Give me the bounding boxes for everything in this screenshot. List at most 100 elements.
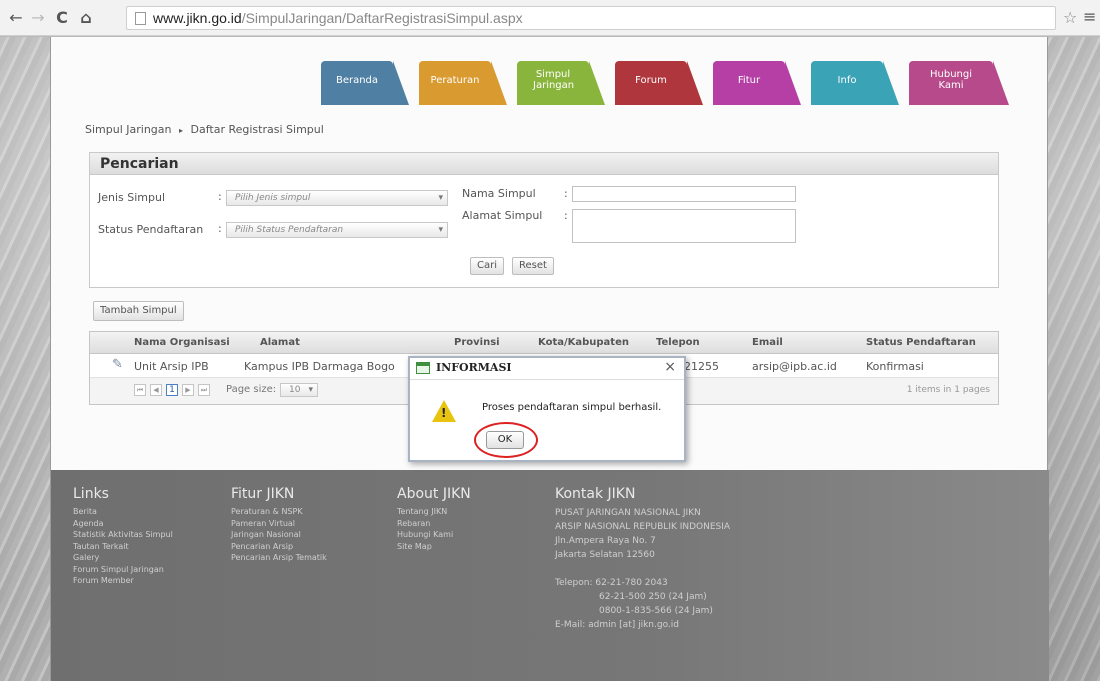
grid-header: Nama Organisasi Alamat Provinsi Kota/Kab… bbox=[90, 332, 998, 354]
tab-beranda[interactable]: Beranda bbox=[321, 61, 409, 105]
footer-link[interactable]: Pameran Virtual bbox=[231, 518, 327, 530]
pager-current-page[interactable]: 1 bbox=[166, 384, 178, 396]
status-pendaftaran-select[interactable]: Pilih Status Pendaftaran ▾ bbox=[226, 222, 448, 238]
footer-link[interactable]: Hubungi Kami bbox=[397, 529, 471, 541]
footer-link[interactable]: Pencarian Arsip bbox=[231, 541, 327, 553]
back-icon[interactable]: ← bbox=[6, 8, 26, 28]
url-host: www.jikn.go.id bbox=[153, 10, 242, 26]
browser-menu-icon[interactable]: ≡ bbox=[1083, 7, 1096, 26]
nama-simpul-input[interactable] bbox=[572, 186, 796, 202]
column-header[interactable]: Status Pendaftaran bbox=[866, 337, 976, 348]
status-pendaftaran-label: Status Pendaftaran bbox=[98, 223, 204, 236]
footer-fitur-title: Fitur JIKN bbox=[231, 486, 295, 502]
tab-label: Hubungi Kami bbox=[929, 69, 972, 91]
footer-link[interactable]: Peraturan & NSPK bbox=[231, 506, 327, 518]
tab-label: Forum bbox=[635, 75, 667, 86]
browser-toolbar: ← → C ⌂ www.jikn.go.id/SimpulJaringan/Da… bbox=[0, 0, 1100, 36]
bookmark-star-icon[interactable]: ☆ bbox=[1063, 8, 1077, 27]
status-pendaftaran-value: Pilih Status Pendaftaran bbox=[235, 225, 344, 235]
pager-prev-icon[interactable]: ◀ bbox=[150, 384, 162, 396]
footer-link[interactable]: Forum Member bbox=[73, 575, 173, 587]
cell-email: arsip@ipb.ac.id bbox=[752, 360, 837, 373]
colon: : bbox=[564, 187, 568, 200]
column-header[interactable]: Provinsi bbox=[454, 337, 500, 348]
chevron-down-icon: ▾ bbox=[438, 225, 443, 235]
cari-button[interactable]: Cari bbox=[470, 257, 504, 275]
kontak-line: Jln.Ampera Raya No. 7 bbox=[555, 536, 656, 546]
footer-link[interactable]: Berita bbox=[73, 506, 173, 518]
tab-label: Peraturan bbox=[430, 75, 480, 86]
reset-button[interactable]: Reset bbox=[512, 257, 554, 275]
tab-fitur[interactable]: Fitur bbox=[713, 61, 801, 105]
footer-link[interactable]: Tentang JIKN bbox=[397, 506, 471, 518]
footer-link[interactable]: Statistik Aktivitas Simpul bbox=[73, 529, 173, 541]
reload-icon[interactable]: C bbox=[52, 8, 72, 28]
jenis-simpul-select[interactable]: Pilih Jenis simpul ▾ bbox=[226, 190, 448, 206]
address-bar[interactable]: www.jikn.go.id/SimpulJaringan/DaftarRegi… bbox=[126, 6, 1056, 30]
tab-info[interactable]: Info bbox=[811, 61, 899, 105]
footer-link[interactable]: Agenda bbox=[73, 518, 173, 530]
footer-link[interactable]: Forum Simpul Jaringan bbox=[73, 564, 173, 576]
breadcrumb: Simpul Jaringan ▸ Daftar Registrasi Simp… bbox=[85, 123, 324, 136]
footer-kontak-title: Kontak JIKN bbox=[555, 486, 636, 502]
footer-link[interactable]: Rebaran bbox=[397, 518, 471, 530]
tab-hubungi-kami[interactable]: Hubungi Kami bbox=[909, 61, 1009, 105]
pager-next-icon[interactable]: ▶ bbox=[182, 384, 194, 396]
column-header[interactable]: Kota/Kabupaten bbox=[538, 337, 629, 348]
colon: : bbox=[564, 209, 568, 222]
column-header[interactable]: Alamat bbox=[260, 337, 300, 348]
footer-link[interactable]: Pencarian Arsip Tematik bbox=[231, 552, 327, 564]
chevron-down-icon: ▾ bbox=[308, 385, 313, 395]
search-panel: Pencarian Jenis Simpul : Pilih Jenis sim… bbox=[89, 152, 999, 288]
tambah-simpul-button[interactable]: Tambah Simpul bbox=[93, 301, 184, 321]
dialog-message: Proses pendaftaran simpul berhasil. bbox=[482, 402, 662, 413]
footer-links: Links Berita Agenda Statistik Aktivitas … bbox=[73, 486, 173, 587]
jenis-simpul-label: Jenis Simpul bbox=[98, 191, 166, 204]
page-size-label: Page size: bbox=[226, 384, 277, 395]
page-icon bbox=[135, 12, 146, 25]
footer-link[interactable]: Site Map bbox=[397, 541, 471, 553]
jenis-simpul-value: Pilih Jenis simpul bbox=[235, 193, 311, 203]
search-panel-title: Pencarian bbox=[90, 153, 998, 175]
footer-link[interactable]: Galery bbox=[73, 552, 173, 564]
kontak-spacer bbox=[555, 562, 730, 576]
cell-telepon: 21255 bbox=[684, 360, 719, 373]
breadcrumb-separator: ▸ bbox=[179, 126, 184, 135]
cell-organisasi: Unit Arsip IPB bbox=[134, 360, 209, 373]
footer-links-title: Links bbox=[73, 486, 109, 502]
home-icon[interactable]: ⌂ bbox=[76, 8, 96, 28]
tab-label: Fitur bbox=[737, 75, 761, 86]
tab-label: Info bbox=[837, 75, 857, 86]
telepon-line: 0800-1-835-566 (24 Jam) bbox=[599, 606, 713, 616]
edit-icon[interactable]: ✎ bbox=[112, 357, 123, 372]
site-footer: Links Berita Agenda Statistik Aktivitas … bbox=[51, 470, 1049, 681]
chevron-down-icon: ▾ bbox=[438, 193, 443, 203]
tab-simpul-jaringan[interactable]: Simpul Jaringan bbox=[517, 61, 605, 105]
kontak-line: PUSAT JARINGAN NASIONAL JIKN bbox=[555, 508, 701, 518]
pager-first-icon[interactable]: ⏮ bbox=[134, 384, 146, 396]
alamat-simpul-label: Alamat Simpul bbox=[462, 209, 543, 222]
ok-button[interactable]: OK bbox=[486, 431, 524, 449]
breadcrumb-current: Daftar Registrasi Simpul bbox=[190, 123, 324, 136]
dialog-title: INFORMASI bbox=[436, 361, 512, 374]
column-header[interactable]: Nama Organisasi bbox=[134, 337, 230, 348]
footer-link[interactable]: Tautan Terkait bbox=[73, 541, 173, 553]
column-header[interactable]: Telepon bbox=[656, 337, 700, 348]
colon: : bbox=[218, 190, 222, 203]
page-size-select[interactable]: 10 ▾ bbox=[280, 383, 318, 397]
footer-fitur: Fitur JIKN Peraturan & NSPK Pameran Virt… bbox=[231, 486, 327, 564]
warning-mark: ! bbox=[441, 406, 447, 420]
alamat-simpul-input[interactable] bbox=[572, 209, 796, 243]
informasi-dialog: INFORMASI × ! Proses pendaftaran simpul … bbox=[408, 356, 686, 462]
tab-peraturan[interactable]: Peraturan bbox=[419, 61, 507, 105]
footer-link[interactable]: Jaringan Nasional bbox=[231, 529, 327, 541]
close-icon[interactable]: × bbox=[664, 359, 676, 375]
breadcrumb-root[interactable]: Simpul Jaringan bbox=[85, 123, 172, 136]
footer-kontak: Kontak JIKN PUSAT JARINGAN NASIONAL JIKN… bbox=[555, 486, 730, 632]
tab-forum[interactable]: Forum bbox=[615, 61, 703, 105]
column-header[interactable]: Email bbox=[752, 337, 783, 348]
email-line: E-Mail: admin [at] jikn.go.id bbox=[555, 620, 680, 630]
forward-icon[interactable]: → bbox=[28, 8, 48, 28]
address-text: www.jikn.go.id/SimpulJaringan/DaftarRegi… bbox=[153, 10, 523, 26]
pager-last-icon[interactable]: ⏭ bbox=[198, 384, 210, 396]
